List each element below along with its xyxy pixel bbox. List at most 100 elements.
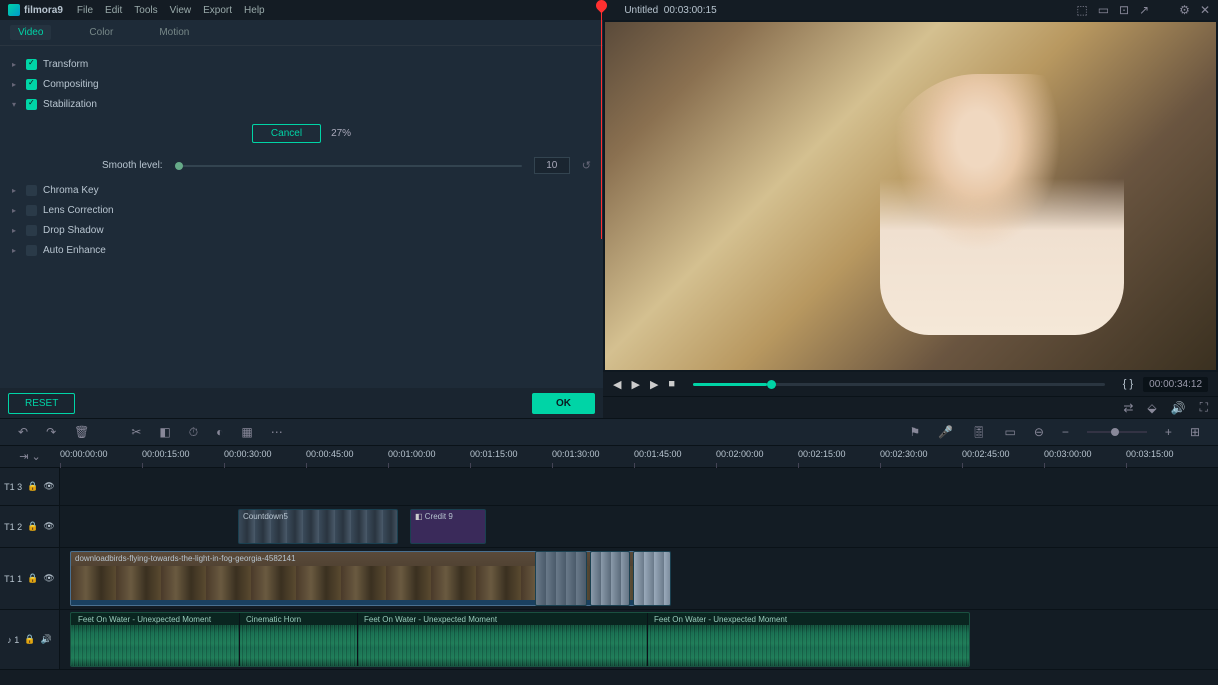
marker-button[interactable]: ⚑	[910, 425, 921, 439]
video-preview[interactable]	[605, 22, 1216, 370]
record-button[interactable]: 🎤	[938, 425, 953, 439]
prop-lens-correction[interactable]: ▸Lens Correction	[0, 200, 603, 220]
prop-auto-enhance[interactable]: ▸Auto Enhance	[0, 240, 603, 260]
track-text-2: T1 2🔒👁 Countdown5 ◧ Credit 9	[0, 506, 1218, 548]
timeline-toolbar: ↶ ↷ 🗑 ✂ ◧ ⏱ ◐ ▦ ⋯ ⚑ 🎤 🎚 ▭ ⊖ − + ⊞	[0, 418, 1218, 446]
menu-edit[interactable]: Edit	[105, 5, 122, 16]
project-title: Untitled 00:03:00:15	[265, 5, 1077, 16]
eye-icon[interactable]: 👁	[43, 521, 54, 532]
menu-file[interactable]: File	[77, 5, 93, 16]
zoom-out-button[interactable]: ⊖	[1034, 425, 1044, 439]
prop-compositing[interactable]: ▸Compositing	[0, 74, 603, 94]
layout2-icon[interactable]: ▭	[1098, 3, 1109, 17]
ok-button[interactable]: OK	[532, 393, 595, 414]
reset-button[interactable]: RESET	[8, 393, 75, 414]
mute-icon[interactable]: 🔊	[41, 634, 52, 645]
ruler-options[interactable]: ⇥ ⌄	[0, 450, 60, 463]
track-body-3[interactable]	[60, 468, 1218, 505]
tab-video[interactable]: Video	[10, 25, 51, 40]
prop-drop-shadow[interactable]: ▸Drop Shadow	[0, 220, 603, 240]
clip-sub-3[interactable]	[633, 551, 671, 606]
preview-timecode: 00:00:34:12	[1143, 377, 1208, 392]
clip-sub-1[interactable]	[535, 551, 587, 606]
smooth-slider[interactable]	[175, 165, 522, 167]
enhance-checkbox[interactable]	[26, 245, 37, 256]
prop-stabilization[interactable]: ▾Stabilization	[0, 94, 603, 114]
track-body-1[interactable]: downloadbirds-flying-towards-the-light-i…	[60, 548, 1218, 609]
smooth-label: Smooth level:	[102, 160, 163, 171]
stop-button[interactable]: ■	[668, 378, 675, 390]
chromakey-checkbox[interactable]	[26, 185, 37, 196]
lens-checkbox[interactable]	[26, 205, 37, 216]
transform-checkbox[interactable]	[26, 59, 37, 70]
playhead[interactable]	[601, 0, 602, 239]
export-icon[interactable]: ↗	[1139, 3, 1149, 17]
prop-chroma-key[interactable]: ▸Chroma Key	[0, 180, 603, 200]
undo-button[interactable]: ↶	[18, 425, 28, 439]
next-frame-button[interactable]: ▶	[650, 378, 658, 391]
menu-tools[interactable]: Tools	[134, 5, 157, 16]
compositing-checkbox[interactable]	[26, 79, 37, 90]
delete-button[interactable]: 🗑	[74, 425, 89, 439]
smooth-value-input[interactable]	[534, 157, 570, 174]
lock-icon[interactable]: 🔒	[27, 521, 38, 532]
zoom-fit-button[interactable]: −	[1062, 425, 1069, 439]
shadow-checkbox[interactable]	[26, 225, 37, 236]
stabilization-content: Cancel 27% Smooth level: ↺	[0, 124, 603, 174]
panel-tabs: Video Color Motion	[0, 20, 603, 46]
clip-credit[interactable]: ◧ Credit 9	[410, 509, 486, 544]
play-button[interactable]: ▶	[631, 378, 639, 391]
clip-audio[interactable]: Feet On Water - Unexpected Moment Cinema…	[70, 612, 970, 667]
green-button[interactable]: ▦	[241, 425, 252, 439]
prev-frame-button[interactable]: ◀	[613, 378, 621, 391]
timeline: ⇥ ⌄ 00:00:00:0000:00:15:0000:00:30:0000:…	[0, 446, 1218, 685]
render-button[interactable]: ▭	[1005, 425, 1016, 439]
split-button[interactable]: ✂	[131, 425, 141, 439]
stabilization-cancel-button[interactable]: Cancel	[252, 124, 321, 143]
layout-icon[interactable]: ⬚	[1076, 3, 1087, 17]
tab-motion[interactable]: Motion	[151, 25, 197, 40]
preview-progress[interactable]	[693, 383, 1105, 386]
menu-view[interactable]: View	[170, 5, 192, 16]
lock-icon[interactable]: 🔒	[27, 573, 38, 584]
track-text-3: T1 3🔒👁	[0, 468, 1218, 506]
close-icon[interactable]: ✕	[1200, 3, 1210, 17]
settings-icon[interactable]: ⚙	[1179, 3, 1190, 17]
color-button[interactable]: ◐	[216, 425, 223, 439]
eye-icon[interactable]: 👁	[43, 573, 54, 584]
zoom-in-button[interactable]: +	[1165, 425, 1172, 439]
track-head-audio[interactable]: ♪ 1🔒🔊	[0, 610, 60, 669]
manage-button[interactable]: ⊞	[1190, 425, 1200, 439]
redo-button[interactable]: ↷	[46, 425, 56, 439]
loop-icon[interactable]: { }	[1123, 378, 1133, 390]
crop-button[interactable]: ◧	[159, 425, 170, 439]
clip-countdown[interactable]: Countdown5	[238, 509, 398, 544]
tab-color[interactable]: Color	[81, 25, 121, 40]
audio-seg-4: Feet On Water - Unexpected Moment	[651, 614, 790, 625]
fullscreen-icon[interactable]: ⛶	[1200, 400, 1208, 415]
clip-sub-2[interactable]	[590, 551, 630, 606]
eye-icon[interactable]: 👁	[43, 481, 54, 492]
smooth-reset-icon[interactable]: ↺	[582, 159, 591, 172]
stabilization-checkbox[interactable]	[26, 99, 37, 110]
snapshot-icon[interactable]: ⬙	[1147, 401, 1156, 415]
timeline-ruler[interactable]: ⇥ ⌄ 00:00:00:0000:00:15:0000:00:30:0000:…	[0, 446, 1218, 468]
lock-icon[interactable]: 🔒	[24, 634, 35, 645]
quality-icon[interactable]: ⇄	[1123, 401, 1133, 415]
track-body-2[interactable]: Countdown5 ◧ Credit 9	[60, 506, 1218, 547]
preview-panel: ◀ ▶ ▶ ■ { } 00:00:34:12 ⇄ ⬙ 🔊 ⛶	[603, 20, 1218, 418]
menu-export[interactable]: Export	[203, 5, 232, 16]
mixer-button[interactable]: 🎚	[971, 425, 986, 439]
zoom-slider[interactable]	[1087, 431, 1147, 433]
track-body-audio[interactable]: Feet On Water - Unexpected Moment Cinema…	[60, 610, 1218, 669]
prop-transform[interactable]: ▸Transform	[0, 54, 603, 74]
lock-icon[interactable]: 🔒	[27, 481, 38, 492]
speed-button[interactable]: ⏱	[189, 425, 198, 440]
more-button[interactable]: ⋯	[271, 425, 283, 439]
menu-help[interactable]: Help	[244, 5, 265, 16]
track-head-2[interactable]: T1 2🔒👁	[0, 506, 60, 547]
volume-icon[interactable]: 🔊	[1171, 401, 1186, 415]
track-head-1[interactable]: T1 1🔒👁	[0, 548, 60, 609]
layout3-icon[interactable]: ⊡	[1119, 3, 1129, 17]
track-head-3[interactable]: T1 3🔒👁	[0, 468, 60, 505]
